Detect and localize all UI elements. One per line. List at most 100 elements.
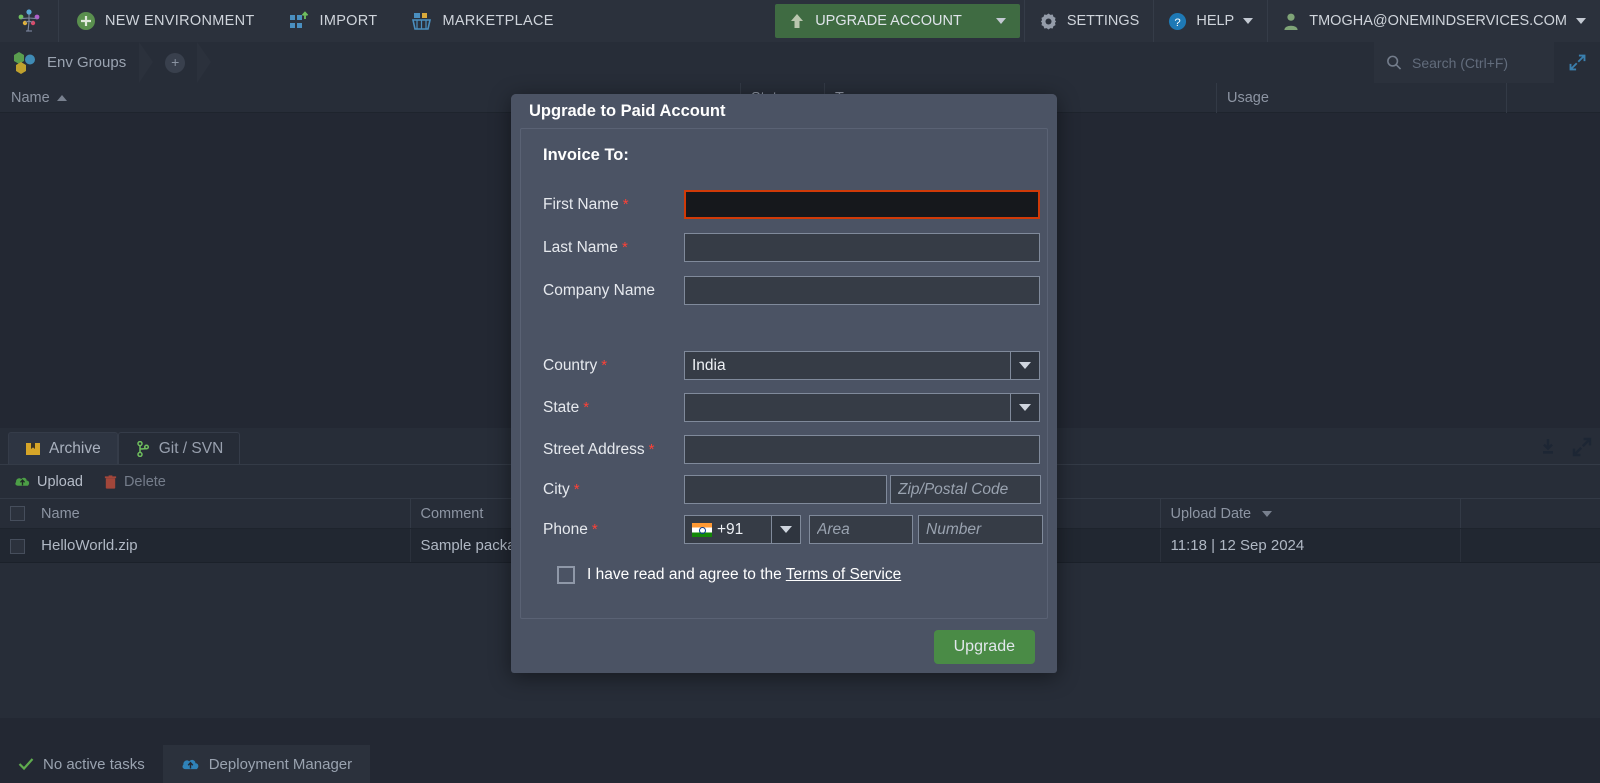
required-asterisk: *	[591, 520, 598, 538]
street-address-label: Street Address *	[543, 440, 655, 458]
state-select[interactable]	[684, 393, 1040, 422]
chevron-down-icon[interactable]	[1243, 18, 1254, 24]
env-column-usage-label: Usage	[1227, 89, 1269, 106]
country-dropdown-button[interactable]	[1011, 351, 1040, 380]
field-row-first-name: First Name *	[521, 190, 1047, 219]
account-menu[interactable]: TMOGHA@ONEMINDSERVICES.COM	[1268, 0, 1600, 42]
sort-descending-icon	[1262, 510, 1273, 517]
terms-text: I have read and agree to the Terms of Se…	[587, 566, 901, 584]
company-name-input[interactable]	[684, 276, 1040, 305]
delete-button[interactable]: Delete	[103, 474, 166, 490]
panel-expand-button-2[interactable]	[1572, 437, 1592, 462]
dialog-body-panel: Invoice To: First Name * Last Name * Compa…	[520, 128, 1048, 619]
upgrade-dialog: Upgrade to Paid Account Invoice To: Firs…	[511, 94, 1057, 673]
env-groups-icon	[14, 51, 35, 74]
field-row-company-name: Company Name	[521, 276, 1047, 305]
street-address-input[interactable]	[684, 435, 1040, 464]
archive-box-icon	[26, 442, 40, 455]
upload-cloud-icon	[15, 477, 30, 486]
phone-area-input[interactable]	[809, 515, 913, 544]
gear-icon	[1040, 13, 1056, 29]
breadcrumb-add-button[interactable]: +	[165, 52, 186, 73]
breadcrumb-chevron-1	[139, 42, 154, 83]
state-dropdown-button[interactable]	[1011, 393, 1040, 422]
phone-country-code-display[interactable]: +91	[684, 515, 772, 544]
first-name-input[interactable]	[684, 190, 1040, 219]
panel-expand-button[interactable]	[1554, 42, 1600, 83]
terms-text-before: I have read and agree to the	[587, 566, 782, 583]
state-label: State *	[543, 398, 590, 416]
active-tasks-status[interactable]: No active tasks	[0, 745, 163, 783]
download-button[interactable]	[1538, 437, 1558, 462]
state-input[interactable]	[684, 393, 1011, 422]
required-asterisk: *	[621, 238, 628, 256]
terms-row: I have read and agree to the Terms of Se…	[521, 544, 1047, 584]
country-input[interactable]	[684, 351, 1011, 380]
terms-of-service-link[interactable]: Terms of Service	[786, 566, 901, 583]
chevron-down-icon[interactable]	[1576, 18, 1586, 24]
deployment-manager-button[interactable]: Deployment Manager	[162, 745, 371, 783]
field-row-city: City *	[521, 475, 1047, 504]
help-button[interactable]: ? HELP	[1154, 0, 1267, 42]
city-input[interactable]	[684, 475, 887, 504]
field-row-last-name: Last Name *	[521, 233, 1047, 262]
archive-col-name[interactable]: Name	[0, 498, 410, 529]
marketplace-button[interactable]: MARKETPLACE	[394, 0, 570, 42]
field-row-country: Country *	[521, 351, 1047, 380]
env-column-name-label: Name	[11, 89, 50, 106]
breadcrumb-bar: Env Groups +	[0, 42, 1600, 83]
archive-col-upload-date[interactable]: Upload Date	[1159, 498, 1460, 529]
zip-input[interactable]	[890, 475, 1041, 504]
upgrade-submit-button[interactable]: Upgrade	[933, 629, 1035, 664]
deployment-manager-label: Deployment Manager	[208, 755, 353, 773]
required-asterisk: *	[601, 356, 608, 374]
expand-diagonal-icon	[1569, 54, 1585, 71]
row-checkbox[interactable]	[10, 538, 25, 554]
last-name-input[interactable]	[684, 233, 1040, 262]
required-asterisk: *	[573, 480, 580, 498]
phone-code-dropdown-button[interactable]	[772, 515, 801, 544]
terms-checkbox[interactable]	[557, 566, 575, 584]
breadcrumb-chevron-2	[197, 42, 212, 83]
phone-country-code-label: +91	[717, 520, 744, 538]
first-name-label: First Name *	[543, 195, 629, 213]
git-branch-icon	[136, 440, 149, 457]
settings-button[interactable]: SETTINGS	[1025, 0, 1154, 42]
tab-git-svn[interactable]: Git / SVN	[117, 432, 241, 464]
phone-country-code-select[interactable]: +91	[684, 515, 801, 544]
new-environment-label: NEW ENVIRONMENT	[105, 13, 255, 29]
field-row-phone: Phone * +91	[521, 515, 1047, 544]
upgrade-account-button[interactable]: UPGRADE ACCOUNT	[775, 4, 1020, 38]
dialog-footer: Upgrade	[511, 620, 1057, 673]
upgrade-account-label: UPGRADE ACCOUNT	[815, 13, 962, 29]
new-environment-button[interactable]: NEW ENVIRONMENT	[59, 0, 272, 42]
country-select[interactable]	[684, 351, 1040, 380]
upload-button[interactable]: Upload	[14, 474, 83, 490]
account-email-label: TMOGHA@ONEMINDSERVICES.COM	[1309, 13, 1567, 29]
app-root: NEW ENVIRONMENT IMPORT MARKETPLACE UPGRA…	[0, 0, 1600, 783]
phone-number-input[interactable]	[918, 515, 1043, 544]
chevron-down-icon[interactable]	[995, 18, 1006, 24]
help-label: HELP	[1196, 13, 1235, 29]
up-arrow-icon	[791, 14, 804, 28]
search-input[interactable]	[1412, 54, 1542, 71]
chevron-down-icon	[1019, 362, 1031, 369]
download-icon	[1543, 439, 1553, 454]
tab-archive[interactable]: Archive	[8, 432, 118, 464]
env-column-usage[interactable]: Usage	[1216, 82, 1506, 113]
company-name-label: Company Name	[543, 281, 655, 299]
import-button[interactable]: IMPORT	[272, 0, 395, 42]
marketplace-label: MARKETPLACE	[442, 13, 554, 29]
city-label: City *	[543, 480, 580, 498]
invoice-to-heading: Invoice To:	[543, 146, 629, 164]
plus-circle-icon	[77, 12, 95, 30]
archive-panel-tools	[1538, 437, 1592, 462]
search-box[interactable]	[1374, 42, 1554, 83]
jelastic-logo-icon	[18, 9, 40, 32]
app-logo[interactable]	[0, 0, 58, 42]
breadcrumb-env-groups[interactable]: Env Groups	[0, 42, 140, 83]
check-icon	[18, 758, 34, 771]
question-circle-icon: ?	[1169, 12, 1187, 30]
select-all-checkbox[interactable]	[10, 506, 25, 522]
tab-git-svn-label: Git / SVN	[158, 439, 224, 457]
